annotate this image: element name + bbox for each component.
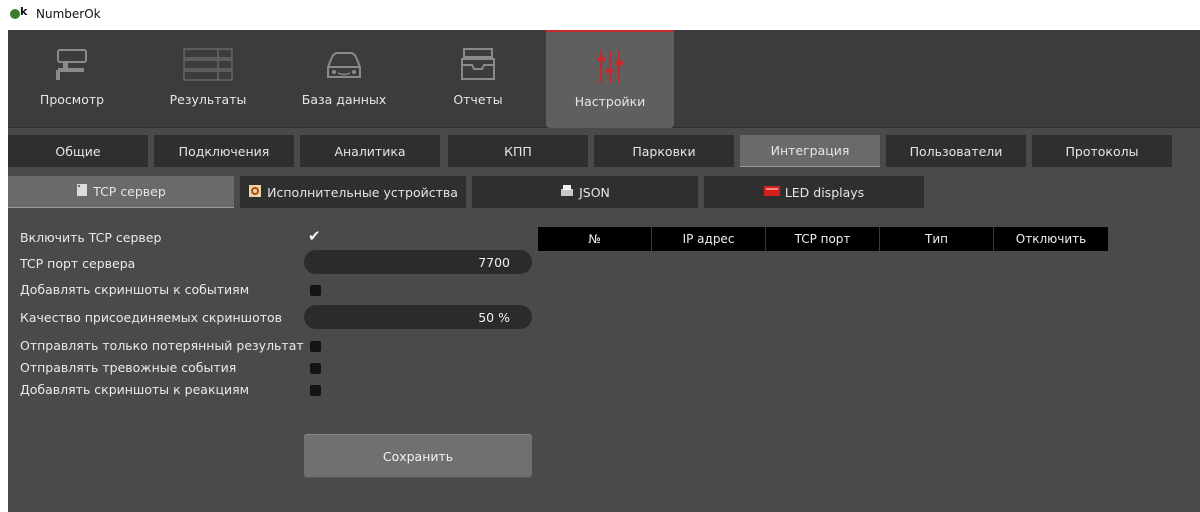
tcp-port-input[interactable]: 7700 (304, 250, 532, 274)
subtab-tcp-server[interactable]: TCP сервер (8, 176, 234, 208)
send-alarm-label: Отправлять тревожные события (20, 360, 237, 375)
send-alarm-checkbox[interactable] (310, 363, 321, 374)
subtab-json[interactable]: JSON (472, 176, 698, 208)
add-screenshots-events-label: Добавлять скриншоты к событиям (20, 282, 250, 297)
tab-connections[interactable]: Подключения (154, 135, 294, 167)
add-screenshots-events-checkbox[interactable] (310, 285, 321, 296)
tab-checkpoints[interactable]: КПП (448, 135, 588, 167)
tab-label: Аналитика (334, 143, 406, 159)
title-bar: k NumberOk (0, 0, 1200, 28)
device-icon (248, 184, 262, 201)
enable-tcp-label: Включить TCP сервер (20, 230, 162, 245)
ribbon-label: Отчеты (453, 92, 503, 107)
integration-subtabs: TCP сервер Исполнительные устройства JSO… (8, 176, 1200, 208)
column-header-ip[interactable]: IP адрес (652, 227, 766, 251)
camera-icon (42, 46, 102, 84)
clients-table-header: № IP адрес TCP порт Тип Отключить (538, 227, 1108, 251)
ribbon-results-button[interactable]: Результаты (148, 30, 268, 128)
screenshot-quality-value: 50 % (478, 309, 510, 325)
led-display-icon (763, 185, 780, 200)
save-label: Сохранить (382, 448, 454, 464)
column-header-type[interactable]: Тип (880, 227, 994, 251)
subtab-led-displays[interactable]: LED displays (704, 176, 924, 208)
column-header-number[interactable]: № (538, 227, 652, 251)
ribbon-label: База данных (301, 92, 387, 107)
tab-integration[interactable]: Интеграция (740, 135, 880, 167)
send-lost-only-checkbox[interactable] (310, 341, 321, 352)
tab-general[interactable]: Общие (8, 135, 148, 167)
car-icon (314, 46, 374, 84)
tcp-port-label: TCP порт сервера (20, 256, 136, 271)
json-icon (560, 184, 574, 201)
server-icon (76, 183, 88, 200)
subtab-label: Исполнительные устройства (267, 184, 458, 200)
tab-label: Протоколы (1065, 143, 1139, 159)
save-button[interactable]: Сохранить (304, 434, 532, 478)
send-lost-only-label: Отправлять только потерянный результат (20, 338, 304, 353)
ribbon-view-button[interactable]: Просмотр (8, 30, 136, 128)
tab-label: Общие (55, 143, 101, 159)
tab-label: КПП (504, 143, 532, 159)
tab-label: Парковки (632, 143, 696, 159)
tab-label: Интеграция (770, 143, 850, 158)
inbox-icon (448, 46, 508, 84)
sliders-icon (580, 48, 640, 86)
plates-list-icon (178, 46, 238, 84)
column-header-port[interactable]: TCP порт (766, 227, 880, 251)
window-title: NumberOk (36, 7, 101, 21)
ribbon-reports-button[interactable]: Отчеты (418, 30, 538, 128)
tcp-port-value: 7700 (478, 254, 510, 270)
tab-analytics[interactable]: Аналитика (300, 135, 440, 167)
screenshot-quality-input[interactable]: 50 % (304, 305, 532, 329)
ribbon-label: Результаты (169, 92, 247, 107)
add-screenshots-reactions-checkbox[interactable] (310, 385, 321, 396)
app-window: k NumberOk Просмотр Результаты База данн… (0, 0, 1200, 512)
enable-tcp-checkbox[interactable]: ✔ (308, 229, 321, 244)
ribbon-settings-button[interactable]: Настройки (546, 30, 674, 128)
app-logo-icon: k (10, 5, 32, 20)
screenshot-quality-label: Качество присоединяемых скриншотов (20, 310, 283, 325)
tab-users[interactable]: Пользователи (886, 135, 1026, 167)
top-ribbon: Просмотр Результаты База данных Отчеты Н… (8, 30, 1200, 128)
main-frame: Просмотр Результаты База данных Отчеты Н… (8, 30, 1200, 512)
tab-protocols[interactable]: Протоколы (1032, 135, 1172, 167)
ribbon-label: Просмотр (39, 92, 105, 107)
tab-parking[interactable]: Парковки (594, 135, 734, 167)
column-header-disconnect[interactable]: Отключить (994, 227, 1108, 251)
settings-tabs: Общие Подключения Аналитика КПП Парковки… (8, 135, 1200, 167)
ribbon-database-button[interactable]: База данных (284, 30, 404, 128)
subtab-label: TCP сервер (93, 184, 166, 199)
ribbon-label: Настройки (574, 94, 646, 109)
tab-label: Пользователи (909, 143, 1003, 159)
tab-label: Подключения (178, 143, 270, 159)
subtab-label: JSON (579, 184, 610, 200)
subtab-actuators[interactable]: Исполнительные устройства (240, 176, 466, 208)
subtab-label: LED displays (784, 184, 865, 200)
add-screenshots-reactions-label: Добавлять скриншоты к реакциям (20, 382, 250, 397)
